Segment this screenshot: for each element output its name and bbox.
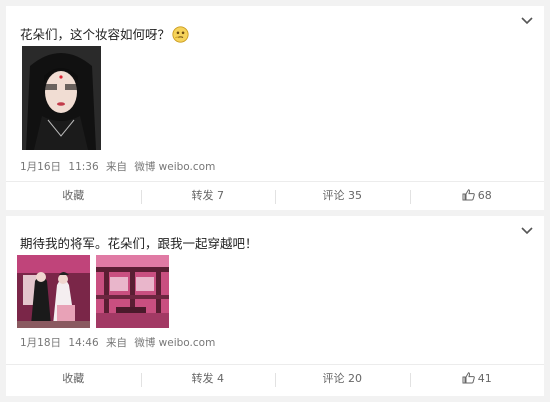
chevron-down-icon[interactable] [520, 226, 534, 236]
favorite-button[interactable]: 收藏 [6, 365, 141, 393]
post-card: 花朵们，这个妆容如何呀？ 1月16日 11:36 来自 微博 weibo.com [6, 6, 544, 210]
like-count: 41 [477, 372, 492, 385]
post-text: 花朵们，这个妆容如何呀？ [20, 24, 189, 43]
action-bar: 收藏 转发 4 评论 20 41 [6, 364, 544, 393]
source-prefix: 来自 [106, 161, 127, 173]
post-source[interactable]: 微博 weibo.com [134, 337, 215, 349]
post-time[interactable]: 14:46 [68, 337, 98, 349]
hall-photo[interactable] [96, 255, 169, 328]
post-meta: 1月16日 11:36 来自 微博 weibo.com [20, 159, 219, 174]
source-prefix: 来自 [106, 337, 127, 349]
post-card: 期待我的将军。花朵们，跟我一起穿越吧！ 1月18日 14:46 来自 微博 we… [6, 216, 544, 396]
hall-photo-image [96, 255, 169, 328]
thinking-face-emoji-icon [172, 26, 189, 43]
chevron-down-icon[interactable] [520, 16, 534, 26]
post-meta: 1月18日 14:46 来自 微博 weibo.com [20, 335, 219, 350]
post-source[interactable]: 微博 weibo.com [134, 161, 215, 173]
favorite-button[interactable]: 收藏 [6, 182, 141, 210]
action-bar: 收藏 转发 7 评论 35 68 [6, 181, 544, 210]
like-count: 68 [477, 189, 492, 202]
like-button[interactable]: 41 [409, 365, 545, 393]
post-text: 期待我的将军。花朵们，跟我一起穿越吧！ [20, 236, 258, 251]
post-text-content: 花朵们，这个妆容如何呀？ [20, 27, 171, 42]
thumbs-up-icon [462, 189, 475, 201]
group-photo[interactable] [17, 255, 90, 328]
post-time[interactable]: 11:36 [68, 161, 98, 173]
comment-button[interactable]: 评论 20 [275, 365, 410, 393]
portrait-photo[interactable] [22, 46, 101, 150]
comment-button[interactable]: 评论 35 [275, 182, 410, 210]
thumbs-up-icon [462, 372, 475, 384]
repost-button[interactable]: 转发 4 [140, 365, 276, 393]
post-date[interactable]: 1月18日 [20, 337, 61, 349]
like-button[interactable]: 68 [409, 182, 545, 210]
repost-button[interactable]: 转发 7 [140, 182, 276, 210]
portrait-image [22, 46, 101, 150]
group-photo-image [17, 255, 90, 328]
post-date[interactable]: 1月16日 [20, 161, 61, 173]
